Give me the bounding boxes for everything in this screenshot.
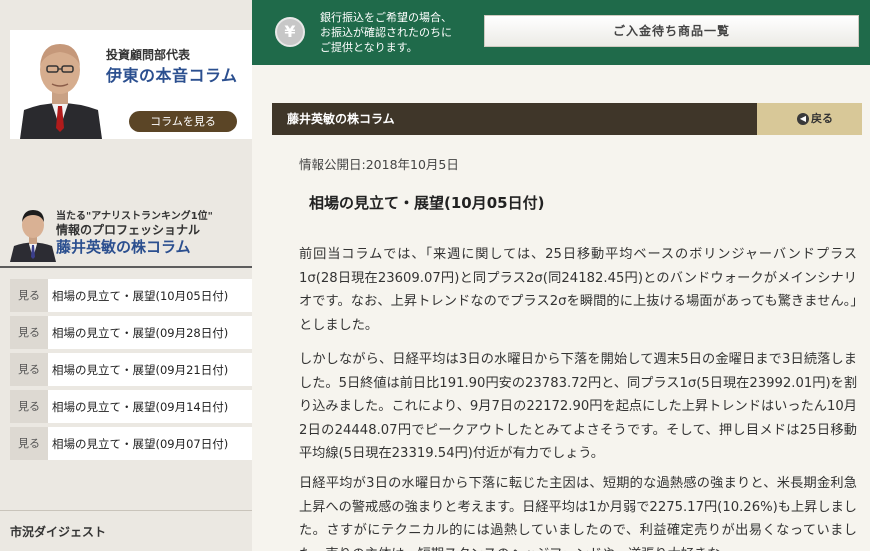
list-item[interactable]: 見る 相場の見立て・展望(09月28日付)	[10, 316, 252, 349]
list-item[interactable]: 見る 相場の見立て・展望(09月07日付)	[10, 427, 252, 460]
list-item-label[interactable]: 相場の見立て・展望(09月21日付)	[52, 353, 228, 388]
bank-transfer-notice: 銀行振込をご希望の場合、 お振込が確認されたのちに ご提供となります。	[320, 10, 452, 55]
back-label[interactable]: 戻る	[811, 112, 833, 125]
ito-banner-title: 伊東の本音コラム	[106, 66, 238, 85]
ito-banner-subtitle: 投資顧問部代表	[106, 48, 191, 62]
article-title: 相場の見立て・展望(10月05日付)	[309, 194, 545, 212]
list-item[interactable]: 見る 相場の見立て・展望(09月14日付)	[10, 390, 252, 423]
ito-portrait-image	[18, 32, 102, 139]
publish-date: 情報公開日:2018年10月5日	[299, 157, 459, 172]
sidebar-divider	[0, 510, 252, 511]
list-item-label[interactable]: 相場の見立て・展望(09月07日付)	[52, 427, 228, 462]
article-paragraph: しかしながら、日経平均は3日の水曜日から下落を開始して週末5日の金曜日まで3日続…	[299, 352, 857, 461]
list-item-label[interactable]: 相場の見立て・展望(09月14日付)	[52, 390, 228, 425]
view-column-button[interactable]: コラムを見る	[129, 111, 237, 132]
list-item[interactable]: 見る 相場の見立て・展望(10月05日付)	[10, 279, 252, 312]
back-button[interactable]: ◀ 戻る	[757, 103, 862, 135]
fujii-banner-title: 藤井英敏の株コラム	[56, 238, 191, 256]
fujii-column-banner[interactable]: 当たる"アナリストランキング1位" 情報のプロフェッショナル 藤井英敏の株コラム	[10, 204, 252, 264]
see-button[interactable]: 見る	[10, 316, 48, 349]
list-item-label[interactable]: 相場の見立て・展望(09月28日付)	[52, 316, 228, 351]
notice-line: 銀行振込をご希望の場合、	[320, 11, 452, 24]
pending-payment-list-button[interactable]: ご入金待ち商品一覧	[484, 15, 859, 47]
payment-notice-bar: ¥ 銀行振込をご希望の場合、 お振込が確認されたのちに ご提供となります。 ご入…	[252, 0, 870, 65]
list-item[interactable]: 見る 相場の見立て・展望(09月21日付)	[10, 353, 252, 386]
fujii-portrait-image	[10, 210, 56, 262]
article-paragraph: 日経平均が3日の水曜日から下落に転じた主因は、短期的な過熱感の強まりと、米長期金…	[299, 476, 857, 551]
market-digest-heading: 市況ダイジェスト	[10, 525, 107, 539]
column-title: 藤井英敏の株コラム	[287, 112, 395, 126]
see-button[interactable]: 見る	[10, 279, 48, 312]
article-paragraph: 前回当コラムでは、「来週に関しては、25日移動平均ベースのボリンジャーバンドプラ…	[299, 247, 857, 333]
see-button[interactable]: 見る	[10, 353, 48, 386]
yen-icon: ¥	[275, 17, 305, 47]
sidebar: 投資顧問部代表 伊東の本音コラム コラムを見る 当たる"アナリストランキング1位…	[0, 0, 252, 551]
fujii-banner-tagline: 当たる"アナリストランキング1位"	[56, 211, 213, 222]
back-arrow-icon: ◀	[797, 113, 809, 125]
see-button[interactable]: 見る	[10, 390, 48, 423]
article-main: 藤井英敏の株コラム ◀ 戻る 情報公開日:2018年10月5日 相場の見立て・展…	[252, 65, 870, 551]
ito-column-banner[interactable]: 投資顧問部代表 伊東の本音コラム コラムを見る	[10, 30, 252, 139]
column-archive-list: 見る 相場の見立て・展望(10月05日付) 見る 相場の見立て・展望(09月28…	[10, 279, 252, 464]
notice-line: ご提供となります。	[320, 41, 418, 54]
list-item-label[interactable]: 相場の見立て・展望(10月05日付)	[52, 279, 228, 314]
notice-line: お振込が確認されたのちに	[320, 26, 452, 39]
see-button[interactable]: 見る	[10, 427, 48, 460]
sidebar-divider	[0, 266, 252, 268]
